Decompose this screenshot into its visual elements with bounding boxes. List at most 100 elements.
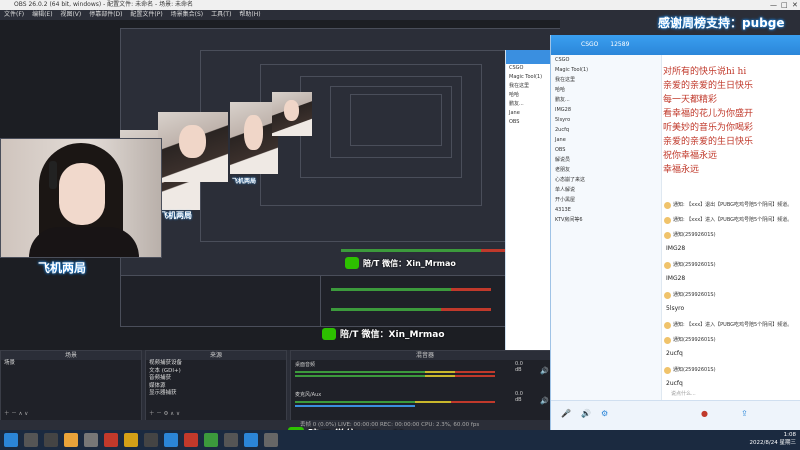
explorer-icon[interactable] xyxy=(64,433,78,447)
nested-scenes xyxy=(120,275,322,327)
volume-meter xyxy=(295,375,495,377)
chat-message: 5lsyro xyxy=(666,305,685,312)
channel-item[interactable]: 鹏友... xyxy=(551,95,661,105)
share-icon[interactable]: ⇪ xyxy=(741,409,748,418)
app-icon[interactable] xyxy=(104,433,118,447)
channel-item[interactable]: 解说员 xyxy=(551,155,661,165)
channel-item[interactable]: KTV房间等6 xyxy=(551,215,661,225)
chat-header: CSGO 12589 xyxy=(551,35,800,55)
app-icon[interactable] xyxy=(244,433,258,447)
minimize-icon[interactable]: — xyxy=(770,0,777,10)
maximize-icon[interactable]: □ xyxy=(781,0,788,10)
room-item[interactable]: 鹏友... xyxy=(506,100,556,109)
menu-edit[interactable]: 编辑(E) xyxy=(32,11,52,18)
avatar xyxy=(664,337,671,344)
start-icon[interactable] xyxy=(4,433,18,447)
source-item[interactable]: 视频捕获设备 xyxy=(146,360,286,368)
source-item[interactable]: 显示器捕获 xyxy=(146,390,286,398)
settings-icon[interactable]: ⚙ xyxy=(601,409,608,418)
room-item[interactable]: Jane xyxy=(506,109,556,118)
menu-tools[interactable]: 工具(T) xyxy=(211,11,231,18)
avatar xyxy=(664,217,671,224)
room-item[interactable]: OBS xyxy=(506,118,556,127)
taskbar: 1:08 2022/8/24 星期三 xyxy=(0,430,800,450)
channel-item[interactable]: 开小黑屋 xyxy=(551,195,661,205)
chat-title: CSGO xyxy=(581,41,599,48)
room-item[interactable]: 我在这里 xyxy=(506,82,556,91)
menu-file[interactable]: 文件(F) xyxy=(4,11,24,18)
webcam-feed xyxy=(0,138,162,258)
room-id: 12589 xyxy=(610,41,630,48)
chat-message: 通知: 【xxx】进入【PUBG吃鸡号陪5个阴间】频道。 xyxy=(663,320,800,335)
channel-item[interactable]: 2ucfq xyxy=(551,125,661,135)
chat-message: 通知(25992601S) xyxy=(663,260,800,275)
wechat-icon xyxy=(322,327,336,340)
close-icon[interactable]: ✕ xyxy=(792,0,798,10)
taskview-icon[interactable] xyxy=(44,433,58,447)
record-icon[interactable]: ● xyxy=(701,409,708,418)
app-icon[interactable] xyxy=(264,433,278,447)
cam-frame-2 xyxy=(158,112,228,182)
chat-message: 通知(25992601S) xyxy=(663,335,800,350)
channel-item[interactable]: 我在这里 xyxy=(551,75,661,85)
menu-help[interactable]: 帮助(H) xyxy=(239,11,260,18)
chat-message: 2ucfq xyxy=(666,350,683,357)
status-bar: 丢帧 0 (0.0%) LIVE: 00:00:00 REC: 00:00:00… xyxy=(0,420,560,430)
app-icon[interactable] xyxy=(184,433,198,447)
app-icon[interactable] xyxy=(164,433,178,447)
source-item[interactable]: 文本 (GDI+) xyxy=(146,368,286,376)
avatar xyxy=(664,367,671,374)
room-item[interactable]: CSGO xyxy=(506,64,556,73)
mic-icon[interactable]: 🎤 xyxy=(561,409,571,418)
chat-message: IMG28 xyxy=(666,245,686,252)
app-icon[interactable] xyxy=(204,433,218,447)
channel-item[interactable]: IMG28 xyxy=(551,105,661,115)
room-item[interactable]: Magic Tool(1) xyxy=(506,73,556,82)
blessing-text: 对所有的快乐说hi hi 亲爱的亲爱的生日快乐 每一天都精彩 看幸福的花儿为你盛… xyxy=(663,67,754,175)
wechat-overlay-preview: 陪/T 微信：Xin_Mrmao xyxy=(322,327,445,340)
channel-item[interactable]: 5lsyro xyxy=(551,115,661,125)
mixer-title: 混音器 xyxy=(291,351,559,360)
menu-scene-collection[interactable]: 场景集合(S) xyxy=(171,11,204,18)
cam-frame-4 xyxy=(272,92,312,136)
chat-message: 通知: 【xxx】退出【PUBG吃鸡号陪5个阴间】频道。 xyxy=(663,200,800,215)
menu-docks[interactable]: 停靠部件(D) xyxy=(89,11,122,18)
channel-item[interactable]: 老朋友 xyxy=(551,165,661,175)
source-item[interactable]: 音频捕获 xyxy=(146,375,286,383)
speaker-icon[interactable]: 🔊 xyxy=(540,367,549,375)
menu-view[interactable]: 视图(V) xyxy=(60,11,81,18)
volume-meter xyxy=(295,401,495,403)
obs-icon[interactable] xyxy=(224,433,238,447)
scene-item[interactable]: 场景 xyxy=(1,360,141,368)
chat-footer: 🎤 🔊 ⚙ ● ⇪ xyxy=(551,400,800,431)
channel-item[interactable]: 单人解说 xyxy=(551,185,661,195)
app-icon[interactable] xyxy=(84,433,98,447)
app-icon[interactable] xyxy=(144,433,158,447)
room-item[interactable]: 哈哈 xyxy=(506,91,556,100)
speaker-icon[interactable]: 🔊 xyxy=(581,409,591,418)
search-icon[interactable] xyxy=(24,433,38,447)
scene-controls[interactable]: ＋ － ∧ ∨ xyxy=(1,411,28,419)
channel-item[interactable]: 哈哈 xyxy=(551,85,661,95)
channel-item[interactable]: 4313E xyxy=(551,205,661,215)
channel-item[interactable]: OBS xyxy=(551,145,661,155)
app-icon[interactable] xyxy=(124,433,138,447)
speaker-icon[interactable]: 🔊 xyxy=(540,397,549,405)
source-item[interactable]: 媒体源 xyxy=(146,383,286,391)
headphones-icon xyxy=(49,161,57,189)
chat-input[interactable]: 说点什么... xyxy=(671,390,696,397)
channel-item[interactable]: Magic Tool(1) xyxy=(551,65,661,75)
channel-item[interactable]: CSGO xyxy=(551,55,661,65)
volume-slider[interactable] xyxy=(295,405,415,407)
wechat-icon xyxy=(345,257,359,269)
avatar xyxy=(664,232,671,239)
channel-item[interactable]: 心态崩了来这 xyxy=(551,175,661,185)
source-controls[interactable]: ＋ － ⚙ ∧ ∨ xyxy=(146,411,180,419)
chat-message: 通知(25992601S) xyxy=(663,290,800,305)
channel-item[interactable]: Jane xyxy=(551,135,661,145)
room-list-panel: CSGO Magic Tool(1) 我在这里 哈哈 鹏友... Jane OB… xyxy=(505,50,556,350)
wechat-overlay-mid: 陪/T 微信：Xin_Mrmao xyxy=(345,257,456,269)
menu-profile[interactable]: 配置文件(P) xyxy=(130,11,162,18)
sources-title: 来源 xyxy=(146,351,286,360)
cam-caption-small: 飞机两局 xyxy=(160,211,192,220)
